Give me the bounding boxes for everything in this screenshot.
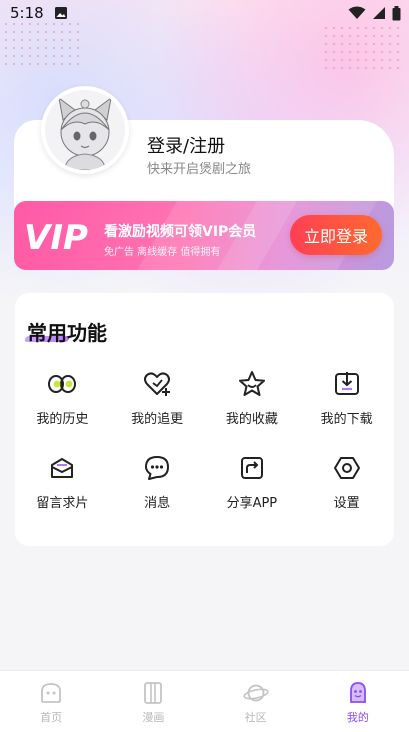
functions-grid: 我的历史 我的追更 我的收藏 我的下载 留言求片 消息 分享APP 设置 xyxy=(15,369,394,537)
function-label: 设置 xyxy=(333,496,360,511)
share-icon xyxy=(240,457,263,479)
function-label: 我的收藏 xyxy=(225,412,278,427)
bottom-nav: 首页 漫画 社区 我的 xyxy=(0,670,409,732)
heart-plus-icon xyxy=(144,372,171,396)
download-icon xyxy=(334,372,359,395)
signal-icon xyxy=(373,7,385,19)
home-icon xyxy=(41,683,62,703)
avatar[interactable] xyxy=(41,86,129,174)
decorative-dots xyxy=(322,24,402,74)
function-label: 留言求片 xyxy=(36,496,89,511)
function-downloads[interactable]: 我的下载 xyxy=(299,369,394,453)
nav-comic[interactable]: 漫画 xyxy=(102,671,204,732)
common-functions-card: 常用功能 我的历史 我的追更 我的收藏 我的下载 留言求片 消息 分享APP 设… xyxy=(15,293,394,546)
function-label: 消息 xyxy=(144,496,171,511)
nav-community[interactable]: 社区 xyxy=(205,671,307,732)
battery-icon xyxy=(392,5,401,20)
profile-icon xyxy=(349,682,366,703)
status-time: 5:18 xyxy=(10,4,44,22)
function-request[interactable]: 留言求片 xyxy=(15,453,110,537)
function-history[interactable]: 我的历史 xyxy=(15,369,110,453)
section-title: 常用功能 xyxy=(27,321,107,345)
nav-home[interactable]: 首页 xyxy=(0,671,102,732)
function-messages[interactable]: 消息 xyxy=(110,453,205,537)
comic-icon xyxy=(144,682,163,704)
nav-label: 首页 xyxy=(40,711,63,724)
message-box-icon xyxy=(51,458,74,478)
nav-label: 社区 xyxy=(244,711,267,724)
status-bar: 5:18 xyxy=(0,0,409,26)
decorative-dots xyxy=(2,20,82,70)
svg-text:VIP: VIP xyxy=(24,218,88,256)
login-register-link[interactable]: 登录/注册 xyxy=(147,132,225,158)
login-subtitle: 快来开启煲剧之旅 xyxy=(147,162,252,177)
eyes-icon xyxy=(48,375,77,393)
settings-icon xyxy=(333,457,360,479)
function-label: 分享APP xyxy=(226,496,278,511)
nav-label: 我的 xyxy=(346,711,369,724)
login-now-button[interactable]: 立即登录 xyxy=(290,215,382,255)
function-label: 我的追更 xyxy=(131,412,184,427)
planet-icon xyxy=(243,684,269,702)
function-label: 我的下载 xyxy=(320,412,373,427)
wifi-icon xyxy=(348,6,366,19)
nav-mine[interactable]: 我的 xyxy=(307,671,409,732)
vip-subtitle: 免广告 离线缓存 值得拥有 xyxy=(104,247,221,258)
function-follow[interactable]: 我的追更 xyxy=(110,369,205,453)
function-label: 我的历史 xyxy=(36,412,89,427)
nav-label: 漫画 xyxy=(142,711,165,724)
vip-banner[interactable]: VIP 看激励视频可领VIP会员 免广告 离线缓存 值得拥有 立即登录 xyxy=(14,201,394,270)
vip-title: 看激励视频可领VIP会员 xyxy=(104,224,257,240)
function-favorites[interactable]: 我的收藏 xyxy=(205,369,300,453)
function-settings[interactable]: 设置 xyxy=(299,453,394,537)
chat-icon xyxy=(145,456,170,480)
avatar-illustration xyxy=(45,90,125,170)
star-icon xyxy=(238,371,265,396)
function-share[interactable]: 分享APP xyxy=(205,453,300,537)
vip-logo: VIP xyxy=(24,218,88,256)
image-icon xyxy=(54,7,67,19)
